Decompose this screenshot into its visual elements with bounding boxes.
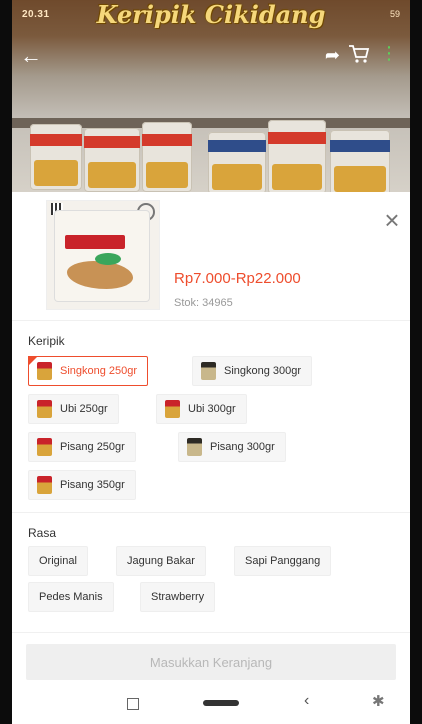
product-thumb-icon <box>37 438 52 456</box>
product-thumbnail <box>46 200 160 310</box>
stock-count: Stok: 34965 <box>174 297 233 309</box>
arrow-left-icon[interactable]: ← <box>20 43 42 69</box>
recent-apps-icon[interactable] <box>127 698 139 710</box>
add-to-cart-button[interactable]: Masukkan Keranjang <box>26 644 396 680</box>
product-bag <box>330 130 390 196</box>
product-hero-image <box>12 0 410 200</box>
variant-option-singkong-250gr[interactable]: Singkong 250gr <box>28 356 149 386</box>
variant-option-pisang-250gr[interactable]: Pisang 250gr <box>28 432 136 462</box>
product-bag <box>84 128 140 192</box>
screen-edge-left <box>0 0 12 724</box>
variant-bottom-sheet: Rp7.000-Rp22.000 Stok: 34965 × Keripik S… <box>12 192 410 724</box>
product-thumb-icon <box>37 400 52 418</box>
product-bag <box>208 132 266 194</box>
share-icon[interactable]: ➦ <box>325 45 340 66</box>
cart-icon[interactable] <box>348 44 370 64</box>
variant-section-label: Keripik <box>28 334 65 348</box>
variant-option-ubi-300gr[interactable]: Ubi 300gr <box>156 394 247 424</box>
price-range: Rp7.000-Rp22.000 <box>174 270 301 287</box>
product-bag <box>142 122 192 192</box>
close-icon[interactable]: × <box>378 206 406 234</box>
flavor-option-sapi-panggang[interactable]: Sapi Panggang <box>234 546 332 576</box>
variant-option-pisang-350gr[interactable]: Pisang 350gr <box>28 470 136 500</box>
flavor-option-jagung-bakar[interactable]: Jagung Bakar <box>116 546 206 576</box>
product-bag <box>268 120 326 194</box>
product-thumb-icon <box>37 362 52 380</box>
flavor-option-original[interactable]: Original <box>28 546 88 576</box>
accessibility-icon[interactable]: ✱ <box>372 692 385 710</box>
android-nav-bar: ‹ ✱ <box>12 686 410 724</box>
flavor-section-label: Rasa <box>28 526 57 540</box>
product-thumb-icon <box>201 362 216 380</box>
more-vertical-icon[interactable]: ⋮ <box>380 43 398 64</box>
variant-option-ubi-250gr[interactable]: Ubi 250gr <box>28 394 119 424</box>
product-thumb-icon <box>165 400 180 418</box>
flavor-option-strawberry[interactable]: Strawberry <box>140 582 216 612</box>
home-pill-icon[interactable] <box>203 700 239 706</box>
variant-option-pisang-300gr[interactable]: Pisang 300gr <box>178 432 286 462</box>
divider <box>12 320 410 321</box>
product-thumb-icon <box>187 438 202 456</box>
divider <box>12 632 410 633</box>
screen-edge-right <box>410 0 422 724</box>
nav-back-icon[interactable]: ‹ <box>304 692 309 710</box>
product-bag <box>30 124 82 190</box>
screen: 20.31 59 Keripik Cikidang ← ➦ ⋮ Rp7.000-… <box>0 0 422 724</box>
top-nav: ← ➦ ⋮ <box>20 43 404 69</box>
header-title: Keripik Cikidang <box>96 0 326 29</box>
product-thumb-icon <box>37 476 52 494</box>
variant-option-singkong-300gr[interactable]: Singkong 300gr <box>192 356 313 386</box>
divider <box>12 512 410 513</box>
flavor-option-pedes-manis[interactable]: Pedes Manis <box>28 582 114 612</box>
